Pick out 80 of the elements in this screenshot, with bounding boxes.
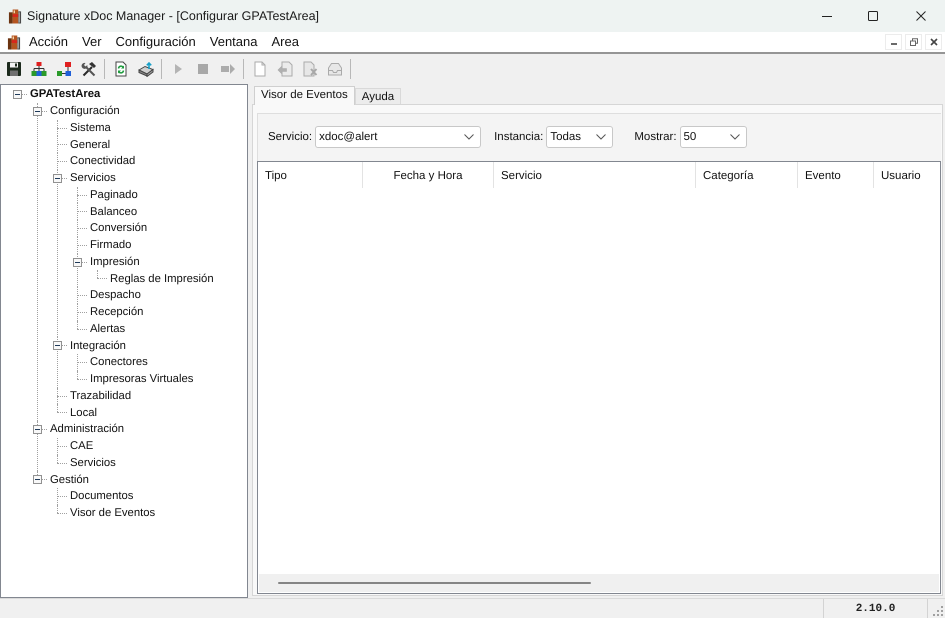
tree-item[interactable]: Recepción [89,305,144,320]
scrollbar-thumb[interactable] [278,582,591,584]
collapse-icon[interactable] [33,425,42,434]
restore-icon [910,38,918,46]
page-arrow-icon [276,61,292,77]
tree-item[interactable]: Balanceo [89,204,138,219]
collapse-icon[interactable] [33,475,42,484]
tree-item[interactable]: Despacho [89,288,142,302]
dropdown[interactable]: 50 [680,126,747,148]
tree-item[interactable]: Configuración [49,104,121,118]
resize-grip-icon[interactable] [933,606,943,616]
tree-item[interactable]: Integración [69,338,127,353]
tree-item[interactable]: Paginado [89,188,139,202]
tray-icon [326,61,342,77]
tree-item[interactable]: Gestión [49,472,90,487]
collapse-icon[interactable] [33,106,42,116]
disk-arrow-icon [138,61,154,77]
close-icon [916,11,926,21]
tab[interactable]: Ayuda [354,88,402,104]
tree-item[interactable]: CAE [69,439,94,454]
tree-item[interactable]: Alertas [89,322,126,336]
chevron-down-icon [730,134,740,140]
column-header[interactable]: Evento [798,162,874,188]
tree-item[interactable]: Servicios [69,456,117,470]
books-icon [8,8,22,24]
menu-item[interactable]: Configuración [108,33,203,51]
field-label: Mostrar: [634,131,677,143]
field-label: Servicio: [268,131,312,143]
tree-item[interactable]: Sistema [69,120,112,135]
hammer-wrench-icon [80,61,96,77]
network-icon [56,61,72,77]
books-icon [7,34,21,50]
page-refresh-icon [112,61,128,77]
tree-item[interactable]: Firmado [89,238,132,252]
step-forward-icon [220,61,236,77]
close-icon [930,38,938,46]
menu-item[interactable]: Ver [75,33,109,51]
tree-item[interactable]: Impresoras Virtuales [89,372,194,386]
collapse-icon[interactable] [53,174,62,183]
menu-item[interactable]: Ventana [202,33,264,51]
window-title: Signature xDoc Manager - [Configurar GPATestArea] [27,9,320,23]
column-header[interactable]: Servicio [494,162,696,188]
chevron-down-icon [596,134,606,140]
tree-item[interactable]: Conversión [89,221,148,236]
collapse-icon[interactable] [53,341,62,350]
tree-item[interactable]: Trazabilidad [69,388,132,403]
column-header[interactable]: Usuario [874,162,940,188]
child-restore-button[interactable] [905,34,922,50]
page-cross-icon [302,61,318,77]
tree-item[interactable]: GPATestArea [29,87,102,102]
minimize-icon [890,43,896,45]
chevron-down-icon [464,134,474,140]
tree-item[interactable]: Local [69,406,98,420]
dropdown[interactable]: Todas [546,126,614,148]
column-header[interactable]: Tipo [258,162,363,188]
tree-item[interactable]: Conectores [89,355,149,370]
maximize-icon [868,11,878,21]
collapse-icon[interactable] [73,258,82,266]
tree-item[interactable]: Documentos [69,489,134,504]
column-header[interactable]: Categoría [696,162,798,188]
hierarchy-icon [30,61,46,77]
tree-item[interactable]: Conectividad [69,154,136,168]
dropdown[interactable]: xdoc@alert [315,126,482,148]
child-close-button[interactable] [925,34,942,50]
menu-item[interactable]: Area [264,33,306,51]
menu-item[interactable]: Acción [22,33,76,51]
version-label: 2.10.0 [856,602,896,614]
field-label: Instancia: [494,131,544,143]
child-minimize-button[interactable] [885,34,902,50]
horizontal-scrollbar[interactable] [259,574,939,592]
tree-item[interactable]: Administración [49,422,126,436]
page-icon [252,61,268,77]
tree-item[interactable]: General [69,138,112,152]
tab[interactable]: Visor de Eventos [254,86,355,105]
collapse-icon[interactable] [13,90,22,99]
tree-item[interactable]: Servicios [69,171,117,186]
column-header[interactable]: Fecha y Hora [363,162,494,188]
tree-item[interactable]: Reglas de Impresión [109,272,215,286]
tree-item[interactable]: Impresión [89,254,141,269]
tree-item[interactable]: Visor de Eventos [69,506,156,520]
